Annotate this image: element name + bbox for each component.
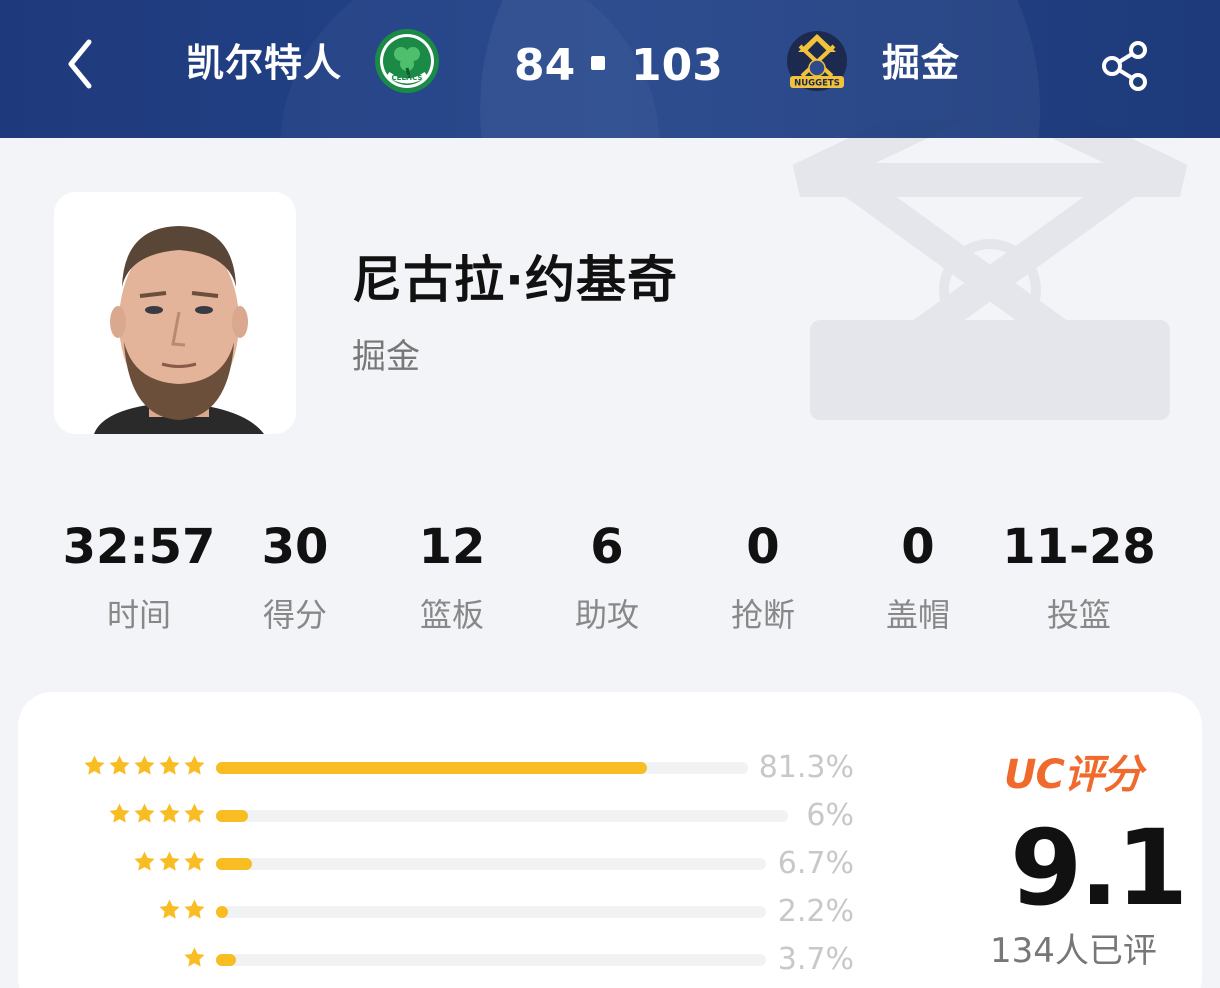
player-stats: 32:57 时间 30 得分 12 篮板 6 助攻 0 抢断 0 盖帽 11-2…	[0, 514, 1220, 644]
rating-row-3-stars[interactable]: 6.7%	[18, 844, 898, 884]
star-icon	[134, 803, 155, 823]
stat-points: 30 得分	[215, 514, 375, 638]
home-team-name[interactable]: 凯尔特人	[186, 36, 342, 90]
rating-percent: 3.7%	[777, 942, 854, 977]
rating-bar-track	[216, 762, 748, 774]
star-icon	[159, 803, 180, 823]
star-icon	[134, 851, 155, 871]
stat-label: 抢断	[730, 596, 795, 634]
stat-value: 6	[590, 519, 624, 575]
celtics-logo-text: CELTICS	[392, 74, 423, 82]
stat-label: 助攻	[574, 596, 639, 634]
rating-bar-track	[216, 858, 766, 870]
rating-row-5-stars[interactable]: 81.3%	[18, 748, 898, 788]
stat-label: 投篮	[1046, 596, 1111, 634]
score-separator	[591, 56, 605, 70]
star-icon	[134, 755, 155, 775]
star-icon	[184, 851, 205, 871]
rating-row-2-stars[interactable]: 2.2%	[18, 892, 898, 932]
share-button[interactable]	[1096, 36, 1156, 96]
stat-steals: 0 抢断	[683, 514, 843, 638]
uc-rating-score: 9.1	[1010, 807, 1188, 929]
home-score: 84	[514, 40, 576, 91]
rating-bar-track	[216, 954, 766, 966]
nuggets-logo-text: NUGGETS	[794, 79, 840, 89]
chevron-left-icon	[68, 39, 92, 89]
stat-label: 盖帽	[885, 596, 950, 634]
star-group	[133, 850, 206, 873]
star-group	[158, 898, 206, 921]
rating-row-4-stars[interactable]: 6%	[18, 796, 898, 836]
star-icon	[109, 803, 130, 823]
rating-bar-fill	[216, 906, 228, 918]
rating-bar-fill	[216, 858, 252, 870]
rating-count: 134人已评	[990, 931, 1157, 971]
rating-row-1-star[interactable]: 3.7%	[18, 940, 898, 980]
rating-bar-track	[216, 810, 788, 822]
stat-minutes: 32:57 时间	[59, 514, 219, 638]
star-icon	[184, 803, 205, 823]
player-photo	[54, 192, 296, 434]
star-group	[83, 754, 206, 777]
rating-bar-track	[216, 906, 766, 918]
star-icon	[109, 755, 130, 775]
player-name: 尼古拉·约基奇	[352, 251, 678, 309]
stat-assists: 6 助攻	[527, 514, 687, 638]
share-icon	[1102, 41, 1147, 91]
away-team-name[interactable]: 掘金	[882, 36, 960, 90]
star-group	[183, 946, 206, 969]
away-score: 103	[631, 40, 723, 91]
star-icon	[159, 755, 180, 775]
star-icon	[159, 851, 180, 871]
rating-percent: 6%	[806, 798, 854, 833]
stat-label: 篮板	[419, 596, 484, 634]
player-team[interactable]: 掘金	[352, 334, 420, 380]
stat-value: 12	[418, 519, 486, 575]
stat-field-goals: 11-28 投篮	[999, 514, 1159, 638]
celtics-logo-icon[interactable]: CELTICS	[374, 28, 440, 94]
back-button[interactable]	[60, 34, 100, 94]
stat-value: 0	[901, 519, 935, 575]
stat-value: 0	[746, 519, 780, 575]
rating-bar-fill	[216, 762, 647, 774]
nuggets-logo-icon[interactable]: NUGGETS	[784, 28, 850, 94]
stat-label: 得分	[262, 596, 327, 634]
rating-bar-fill	[216, 954, 236, 966]
star-icon	[159, 899, 180, 919]
stat-label: 时间	[106, 596, 171, 634]
game-header: 凯尔特人 CELTICS 84 103 NUGGETS 掘金	[0, 0, 1220, 138]
star-icon	[184, 947, 205, 967]
star-icon	[84, 755, 105, 775]
rating-percent: 81.3%	[758, 750, 854, 785]
rating-card: 81.3% 6% 6.7% 2.2% 3.7% UC评分 9.1 134人已评	[18, 692, 1202, 988]
stat-value: 30	[261, 519, 329, 575]
rating-percent: 2.2%	[777, 894, 854, 929]
star-group	[108, 802, 206, 825]
player-avatar	[54, 192, 296, 434]
rating-percent: 6.7%	[777, 846, 854, 881]
star-icon	[184, 755, 205, 775]
stat-value: 32:57	[62, 519, 216, 575]
stat-rebounds: 12 篮板	[372, 514, 532, 638]
stat-value: 11-28	[1002, 519, 1156, 575]
uc-rating-title: UC评分	[1004, 752, 1143, 798]
star-icon	[184, 899, 205, 919]
rating-bar-fill	[216, 810, 248, 822]
nuggets-watermark-icon	[792, 120, 1188, 420]
stat-blocks: 0 盖帽	[838, 514, 998, 638]
